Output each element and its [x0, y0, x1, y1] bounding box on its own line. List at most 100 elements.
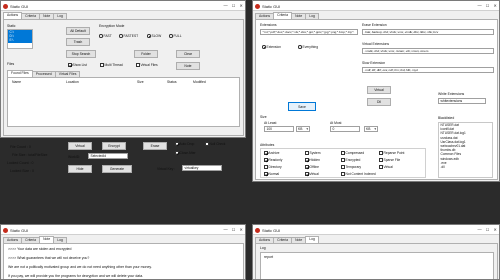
mode-fastest[interactable]: FASTEST	[119, 34, 138, 38]
col-name[interactable]: Name	[12, 80, 21, 84]
close-icon[interactable]: ✕	[239, 227, 243, 232]
erase-button[interactable]: Erase	[143, 142, 167, 150]
slow-extension-field[interactable]: .mdf;.ldf;.dbf;.ora;.ndf;.frm;.ibd;.fdb;…	[362, 67, 494, 73]
virtual-key-label: Virtual Key :	[157, 167, 176, 171]
slow-extension-label: Slow Extension	[362, 61, 386, 65]
virtual-extensions-field[interactable]: .vmdk;.vhd;.vhdx;.vmx;.nvram;.vdi;.vmsn;…	[362, 48, 494, 54]
attr-sparse-file[interactable]: Sparse File	[379, 158, 400, 162]
attr-system[interactable]: System	[305, 151, 321, 155]
null-check-checkbox[interactable]: Null Check	[205, 142, 225, 146]
at-least-unit-select[interactable]: KB	[296, 126, 310, 132]
note-line: >>>> Your data are stolen and encrypted	[8, 247, 72, 251]
note-textarea[interactable]: >>>> Your data are stolen and encrypted …	[3, 243, 244, 279]
work-id-field[interactable]: SelectedId	[88, 153, 128, 159]
attr-normal[interactable]: Normal	[264, 172, 279, 176]
clear-button[interactable]: Clear	[176, 50, 200, 58]
col-size[interactable]: Size	[137, 80, 144, 84]
maximize-icon[interactable]: ☐	[232, 3, 236, 8]
checkbox-icon	[341, 151, 345, 155]
attr-encrypted[interactable]: Encrypted	[341, 158, 360, 162]
log-textarea[interactable]: report	[260, 252, 494, 279]
drive-list[interactable]: C:\ D:\ E:\	[7, 29, 33, 49]
at-most-field[interactable]: 0	[330, 126, 360, 132]
attr-compressed[interactable]: Compressed	[341, 151, 364, 155]
window-log: Static GUI — ☐ ✕ Actions Criteria Note Log…	[252, 224, 500, 280]
title-bar: Static GUI — ☐ ✕	[1, 225, 245, 235]
minimize-icon[interactable]: —	[478, 227, 482, 232]
mode-full[interactable]: FULL	[169, 34, 182, 38]
attr-reparse-point[interactable]: Reparse Point	[379, 151, 404, 155]
attr-temporary[interactable]: Temporary	[341, 165, 361, 169]
all-default-button[interactable]: All Default	[66, 27, 90, 35]
list-item[interactable]: .dll	[439, 165, 492, 169]
close-icon[interactable]: ✕	[239, 3, 243, 8]
attr-virtual-2[interactable]: Virtual	[305, 172, 319, 176]
files-table[interactable]: Name Location Size Status Modified	[7, 77, 240, 127]
close-icon[interactable]: ✕	[493, 3, 497, 8]
mode-slow[interactable]: SLOW	[147, 34, 161, 38]
tab-note[interactable]: Note	[39, 236, 55, 243]
mode-fast[interactable]: FAST	[99, 34, 112, 38]
attr-readonly[interactable]: Readonly	[264, 158, 282, 162]
col-status[interactable]: Status	[167, 80, 177, 84]
checkbox-icon	[341, 172, 345, 176]
extension-radio[interactable]: Extension	[262, 45, 281, 49]
note-button[interactable]: Note	[176, 62, 200, 70]
minimize-icon[interactable]: —	[478, 3, 482, 8]
everything-radio[interactable]: Everything	[298, 45, 318, 49]
col-modified[interactable]: Modified	[193, 80, 206, 84]
tab-actions[interactable]: Actions	[3, 12, 23, 19]
virtual-files-checkbox[interactable]: Virtual Files	[136, 63, 158, 67]
maximize-icon[interactable]: ☐	[486, 227, 490, 232]
window-title: Static GUI	[10, 3, 29, 9]
hide-button[interactable]: Hide	[68, 165, 92, 173]
locked-size: Locked Size : 0	[10, 169, 34, 173]
trash-button[interactable]: Trash	[66, 38, 90, 46]
blacklisted-list[interactable]: NTUSER.dat iconfil.dat NTUSER.dat.log1 u…	[438, 122, 493, 178]
white-extensions-field[interactable]: whitextensions	[438, 98, 486, 104]
show-list-checkbox[interactable]: Show List	[68, 63, 87, 67]
col-location[interactable]: Location	[66, 80, 79, 84]
log-label: Log	[260, 246, 266, 250]
radio-icon	[119, 34, 123, 38]
multi-thread-checkbox[interactable]: Multi Thread	[100, 63, 123, 67]
checkbox-icon	[136, 63, 140, 67]
minimize-icon[interactable]: —	[224, 227, 228, 232]
stop-search-button[interactable]: Stop Search	[66, 50, 96, 58]
tab-criteria[interactable]: Criteria	[273, 12, 293, 19]
folder-button[interactable]: Folder	[134, 50, 158, 58]
extensions-field[interactable]: *.txt;*.pdf;*.doc;*.docx;*.xls;*.xlsx;*.…	[260, 29, 358, 35]
minimize-icon[interactable]: —	[224, 3, 228, 8]
at-least-field[interactable]: 100	[264, 126, 294, 132]
attr-archive[interactable]: Archive	[264, 151, 280, 155]
window-title: Static GUI	[10, 227, 29, 233]
close-after-checkbox[interactable]: Close After	[175, 151, 196, 155]
auto-drop-checkbox[interactable]: Auto Drop	[175, 142, 194, 146]
erase-extension-field[interactable]: .bak;.backup;.vhd;.vhdx;.vmx;.vmdk;.dbx;…	[362, 29, 494, 35]
tab-log[interactable]: Log	[305, 236, 319, 243]
app-icon	[255, 3, 260, 9]
dll-button[interactable]: Dll	[367, 98, 391, 106]
generate-button[interactable]: Generate	[102, 165, 132, 173]
checkbox-icon	[175, 142, 179, 146]
attr-offline[interactable]: Offline	[305, 165, 319, 169]
maximize-icon[interactable]: ☐	[486, 3, 490, 8]
close-icon[interactable]: ✕	[493, 227, 497, 232]
checkbox-icon	[341, 158, 345, 162]
virtual-button[interactable]: Virtual	[367, 86, 391, 94]
title-bar: Static GUI — ☐ ✕	[253, 1, 499, 11]
app-icon	[3, 227, 8, 233]
at-most-unit-select[interactable]: KB	[364, 126, 378, 132]
attr-not-content-indexed[interactable]: Not Content Indexed	[341, 172, 376, 176]
virtual-key-field[interactable]: virtualkey	[182, 165, 222, 171]
save-button[interactable]: Save	[288, 102, 316, 111]
attr-hidden[interactable]: Hidden	[305, 158, 320, 162]
tab-found-files[interactable]: Found Files	[7, 70, 33, 77]
attr-directory[interactable]: Directory	[264, 165, 282, 169]
encrypt-button[interactable]: Encrypt	[102, 142, 126, 150]
maximize-icon[interactable]: ☐	[232, 227, 236, 232]
drive-item[interactable]: E:\	[8, 38, 32, 43]
attr-virtual[interactable]: Virtual	[379, 165, 393, 169]
virtual-button[interactable]: Virtual	[68, 142, 92, 150]
checkbox-icon	[379, 158, 383, 162]
